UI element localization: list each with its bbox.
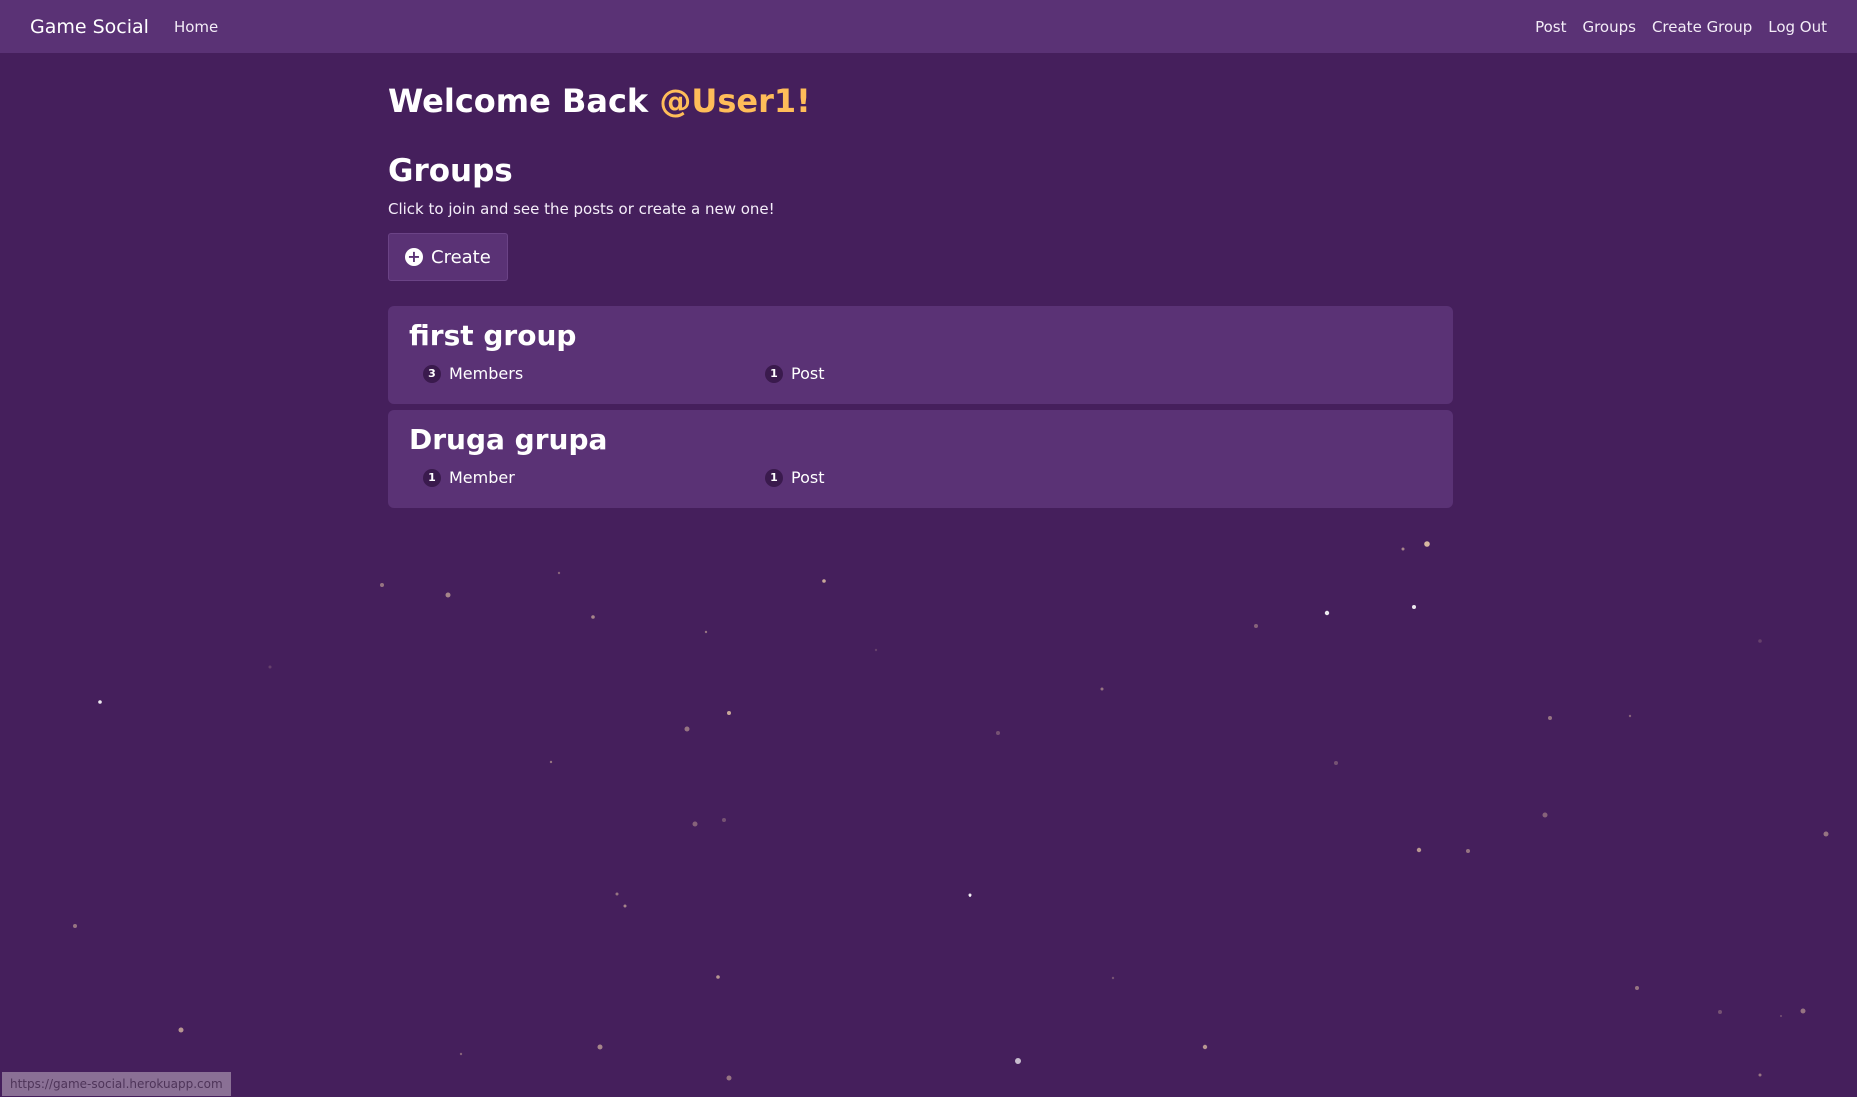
main-content: Welcome Back @User1! Groups Click to joi… <box>388 53 1453 514</box>
brand-logo-link[interactable]: Game Social <box>30 16 149 38</box>
nav-home-link[interactable]: Home <box>174 18 218 36</box>
create-button-label: Create <box>431 246 491 268</box>
nav-create-group-link[interactable]: Create Group <box>1652 18 1752 36</box>
group-name: Druga grupa <box>409 423 608 456</box>
welcome-prefix: Welcome Back <box>388 82 660 120</box>
create-group-button[interactable]: + Create <box>388 233 508 281</box>
group-posts-stat: 1 Post <box>765 364 1107 383</box>
posts-count-badge: 1 <box>765 364 783 383</box>
group-stats: 1 Member 1 Post <box>409 468 1432 487</box>
group-members-stat: 3 Members <box>423 364 765 383</box>
nav-logout-link[interactable]: Log Out <box>1768 18 1827 36</box>
posts-count-badge: 1 <box>765 468 783 487</box>
nav-post-link[interactable]: Post <box>1535 18 1566 36</box>
welcome-username: @User1! <box>659 82 811 120</box>
members-count-badge: 1 <box>423 468 441 487</box>
group-card[interactable]: Druga grupa 1 Member 1 Post <box>388 410 1453 508</box>
group-members-stat: 1 Member <box>423 468 765 487</box>
nav-groups-link[interactable]: Groups <box>1582 18 1635 36</box>
members-label: Member <box>449 468 515 487</box>
groups-subtitle: Click to join and see the posts or creat… <box>388 200 775 218</box>
posts-label: Post <box>791 468 825 487</box>
group-stats: 3 Members 1 Post <box>409 364 1432 383</box>
posts-label: Post <box>791 364 825 383</box>
status-bar-url: https://game-social.herokuapp.com <box>2 1072 231 1096</box>
plus-circle-icon: + <box>405 248 423 266</box>
members-label: Members <box>449 364 524 383</box>
welcome-heading: Welcome Back @User1! <box>388 78 1453 124</box>
top-navbar: Game Social Home Post Groups Create Grou… <box>0 0 1857 53</box>
group-card[interactable]: first group 3 Members 1 Post <box>388 306 1453 404</box>
groups-title: Groups <box>388 153 513 189</box>
group-posts-stat: 1 Post <box>765 468 1107 487</box>
nav-right-links: Post Groups Create Group Log Out <box>1535 18 1827 36</box>
group-name: first group <box>409 319 577 352</box>
group-list: first group 3 Members 1 Post Druga grupa… <box>388 306 1453 508</box>
members-count-badge: 3 <box>423 364 441 383</box>
